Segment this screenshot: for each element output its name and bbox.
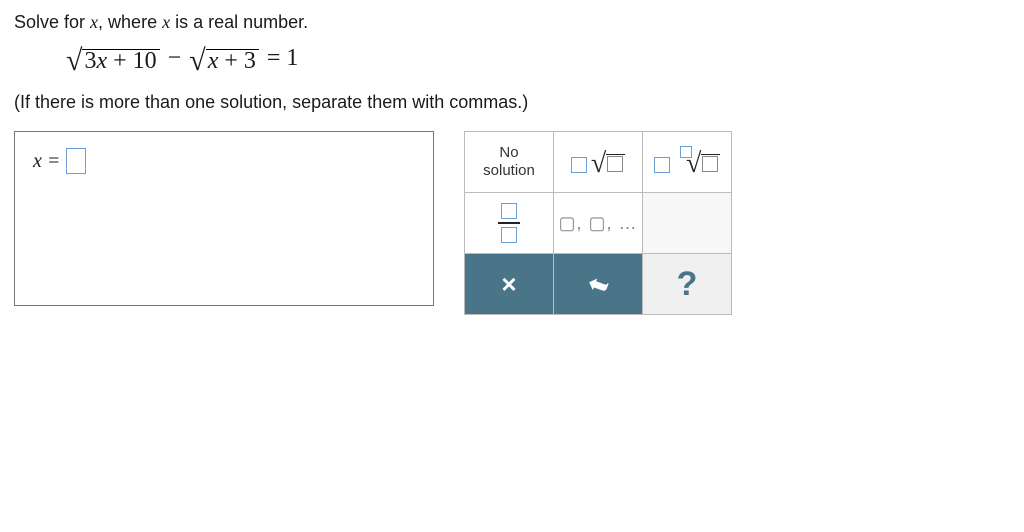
variable-x: x bbox=[90, 12, 98, 32]
answer-input[interactable] bbox=[66, 148, 86, 174]
prompt-line-3: (If there is more than one solution, sep… bbox=[14, 92, 1010, 113]
text: , where bbox=[98, 12, 162, 32]
list-template-button[interactable]: ▢, ▢, … bbox=[554, 193, 643, 254]
equals-one: = 1 bbox=[267, 45, 299, 72]
answer-box[interactable]: x = bbox=[14, 131, 434, 306]
sqrt-template-button[interactable]: √ bbox=[554, 132, 643, 193]
nth-root-template-button[interactable]: √ bbox=[643, 132, 732, 193]
sqrt-1: √ 3x + 10 bbox=[66, 47, 160, 71]
equation-display: √ 3x + 10 − √ x + 3 = 1 bbox=[64, 45, 1010, 72]
answer-lhs: x = bbox=[33, 150, 60, 173]
radical-icon: √ bbox=[189, 50, 205, 72]
text: is a real number. bbox=[170, 12, 308, 32]
text: Solve for bbox=[14, 12, 90, 32]
variable-x: x bbox=[162, 12, 170, 32]
close-icon: × bbox=[501, 269, 516, 299]
minus-sign: − bbox=[168, 45, 182, 72]
work-area: x = No solution √ √ bbox=[14, 131, 1010, 315]
help-icon: ? bbox=[677, 265, 698, 303]
prompt-line-1: Solve for x, where x is a real number. bbox=[14, 12, 1010, 33]
empty-cell bbox=[643, 193, 732, 254]
undo-button[interactable]: ➥ bbox=[554, 254, 643, 315]
undo-icon: ➥ bbox=[584, 268, 613, 302]
no-solution-button[interactable]: No solution bbox=[465, 132, 554, 193]
radical-icon: √ bbox=[66, 50, 82, 72]
sqrt-2: √ x + 3 bbox=[189, 47, 259, 71]
help-button[interactable]: ? bbox=[643, 254, 732, 315]
fraction-template-button[interactable] bbox=[465, 193, 554, 254]
input-palette: No solution √ √ ▢, ▢, … bbox=[464, 131, 732, 315]
clear-button[interactable]: × bbox=[465, 254, 554, 315]
